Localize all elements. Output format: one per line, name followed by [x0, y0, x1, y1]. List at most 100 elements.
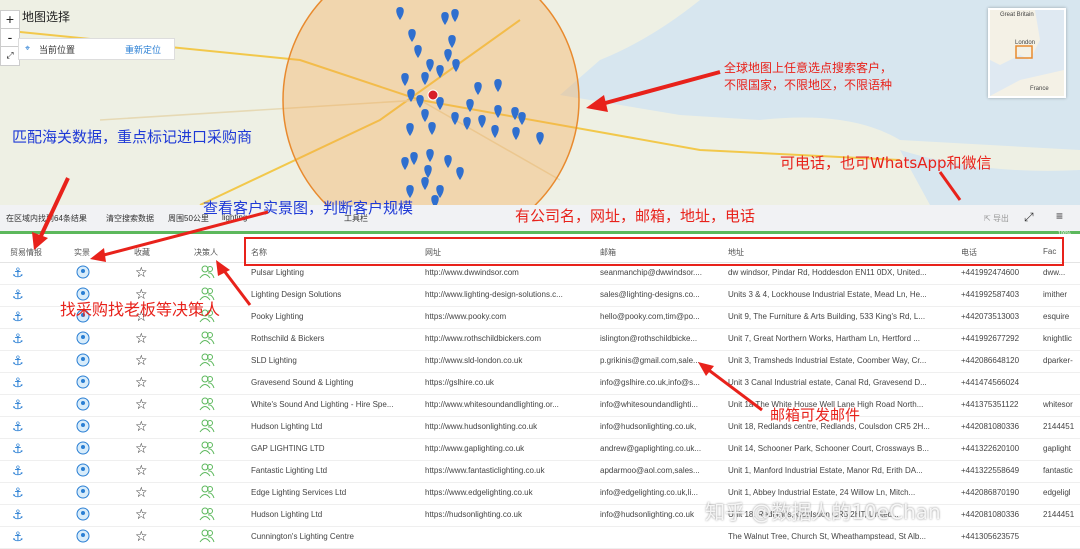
anchor-icon[interactable]: ⚓ [12, 287, 24, 303]
phone[interactable]: +441375351122 [961, 400, 1041, 409]
zoom-out-button[interactable]: - [0, 28, 20, 48]
facebook-link[interactable]: 2144451 [1043, 422, 1080, 431]
email-link[interactable]: hello@pooky.com,tim@po... [600, 312, 724, 321]
phone[interactable]: +442081080336 [961, 510, 1041, 519]
phone[interactable]: +441305623575 [961, 532, 1041, 541]
facebook-link[interactable]: dparker- [1043, 356, 1080, 365]
anchor-icon[interactable]: ⚓ [12, 441, 24, 457]
phone[interactable]: +442086648120 [961, 356, 1041, 365]
decision-maker-icon[interactable] [199, 485, 215, 501]
anchor-icon[interactable]: ⚓ [12, 463, 24, 479]
email-link[interactable]: info@gslhire.co.uk,info@s... [600, 378, 724, 387]
fullscreen-icon[interactable]: ⤢ [0, 46, 20, 66]
anchor-icon[interactable]: ⚓ [12, 485, 24, 501]
clear-search-button[interactable]: 清空搜索数据 [106, 213, 154, 224]
street-view-icon[interactable] [76, 485, 90, 501]
website-link[interactable]: http://www.dwwindsor.com [425, 268, 595, 277]
email-link[interactable]: islington@rothschildbicke... [600, 334, 724, 343]
anchor-icon[interactable]: ⚓ [12, 397, 24, 413]
facebook-link[interactable]: 2144451 [1043, 510, 1080, 519]
decision-maker-icon[interactable] [199, 507, 215, 523]
email-link[interactable]: sales@lighting-designs.co... [600, 290, 724, 299]
facebook-link[interactable]: dww... [1043, 268, 1080, 277]
street-view-icon[interactable] [76, 353, 90, 369]
map-canvas[interactable] [0, 0, 1080, 205]
website-link[interactable]: http://www.sld-london.co.uk [425, 356, 595, 365]
decision-maker-icon[interactable] [199, 419, 215, 435]
facebook-link[interactable]: fantastic [1043, 466, 1080, 475]
facebook-link[interactable]: gaplight [1043, 444, 1080, 453]
column-header[interactable]: 贸易情报 [10, 247, 42, 258]
phone[interactable]: +441474566024 [961, 378, 1041, 387]
phone[interactable]: +441322558649 [961, 466, 1041, 475]
website-link[interactable]: http://www.rothschildbickers.com [425, 334, 595, 343]
website-link[interactable]: https://gslhire.co.uk [425, 378, 595, 387]
decision-maker-icon[interactable] [199, 265, 215, 281]
email-link[interactable]: info@hudsonlighting.co.uk, [600, 422, 724, 431]
decision-maker-icon[interactable] [199, 397, 215, 413]
facebook-link[interactable]: edgeligl [1043, 488, 1080, 497]
anchor-icon[interactable]: ⚓ [12, 309, 24, 325]
column-header[interactable]: 实景 [74, 247, 90, 258]
street-view-icon[interactable] [76, 397, 90, 413]
table-row[interactable]: ⚓ ☆ White's Sound And Lighting - Hire Sp… [0, 394, 1080, 417]
decision-maker-icon[interactable] [199, 375, 215, 391]
street-view-icon[interactable] [76, 507, 90, 523]
website-link[interactable]: http://www.gaplighting.co.uk [425, 444, 595, 453]
phone[interactable]: +442086870190 [961, 488, 1041, 497]
expand-icon[interactable]: ⤢ [1024, 210, 1034, 225]
favorite-star-icon[interactable]: ☆ [135, 330, 148, 347]
website-link[interactable]: https://hudsonlighting.co.uk [425, 510, 595, 519]
anchor-icon[interactable]: ⚓ [12, 353, 24, 369]
table-row[interactable]: ⚓ ☆ Rothschild & Bickers http://www.roth… [0, 328, 1080, 351]
table-row[interactable]: ⚓ ☆ Gravesend Sound & Lighting https://g… [0, 372, 1080, 395]
map-view[interactable]: + - ⤢ 地图选择 ⌖ 当前位置 重新定位 Great Britain Lon… [0, 0, 1080, 205]
overview-minimap[interactable]: Great Britain London France [988, 8, 1066, 98]
table-row[interactable]: ⚓ ☆ Cunnington's Lighting Centre The Wal… [0, 526, 1080, 549]
table-row[interactable]: ⚓ ☆ Hudson Lighting Ltd http://www.hudso… [0, 416, 1080, 439]
column-header[interactable]: 收藏 [134, 247, 150, 258]
phone[interactable]: +441992677292 [961, 334, 1041, 343]
email-link[interactable]: seanmanchip@dwwindsor.... [600, 268, 724, 277]
website-link[interactable]: http://www.lighting-design-solutions.c..… [425, 290, 595, 299]
decision-maker-icon[interactable] [199, 441, 215, 457]
favorite-star-icon[interactable]: ☆ [135, 484, 148, 501]
phone[interactable]: +441322620100 [961, 444, 1041, 453]
decision-maker-icon[interactable] [199, 463, 215, 479]
favorite-star-icon[interactable]: ☆ [135, 462, 148, 479]
decision-maker-icon[interactable] [199, 529, 215, 545]
anchor-icon[interactable]: ⚓ [12, 375, 24, 391]
street-view-icon[interactable] [76, 265, 90, 281]
favorite-star-icon[interactable]: ☆ [135, 506, 148, 523]
favorite-star-icon[interactable]: ☆ [135, 396, 148, 413]
anchor-icon[interactable]: ⚓ [12, 529, 24, 545]
favorite-star-icon[interactable]: ☆ [135, 440, 148, 457]
column-header[interactable]: 决策人 [194, 247, 218, 258]
table-row[interactable]: ⚓ ☆ SLD Lighting http://www.sld-london.c… [0, 350, 1080, 373]
facebook-link[interactable]: esquire [1043, 312, 1080, 321]
facebook-link[interactable]: imither [1043, 290, 1080, 299]
facebook-link[interactable]: knightlic [1043, 334, 1080, 343]
decision-maker-icon[interactable] [199, 331, 215, 347]
phone[interactable]: +442073513003 [961, 312, 1041, 321]
relocate-button[interactable]: 重新定位 [125, 43, 161, 56]
website-link[interactable]: https://www.fantasticlighting.co.uk [425, 466, 595, 475]
phone[interactable]: +442081080336 [961, 422, 1041, 431]
phone[interactable]: +441992587403 [961, 290, 1041, 299]
table-row[interactable]: ⚓ ☆ GAP LIGHTING LTD http://www.gaplight… [0, 438, 1080, 461]
website-link[interactable]: https://www.edgelighting.co.uk [425, 488, 595, 497]
collapse-icon[interactable]: ≡ [1056, 209, 1063, 223]
favorite-star-icon[interactable]: ☆ [135, 374, 148, 391]
favorite-star-icon[interactable]: ☆ [135, 528, 148, 545]
email-link[interactable]: apdarmoo@aol.com,sales... [600, 466, 724, 475]
table-row[interactable]: ⚓ ☆ Fantastic Lighting Ltd https://www.f… [0, 460, 1080, 483]
street-view-icon[interactable] [76, 463, 90, 479]
anchor-icon[interactable]: ⚓ [12, 419, 24, 435]
favorite-star-icon[interactable]: ☆ [135, 352, 148, 369]
zoom-in-button[interactable]: + [0, 10, 20, 30]
email-link[interactable]: p.grikinis@gmail.com,sale... [600, 356, 724, 365]
website-link[interactable]: http://www.hudsonlighting.co.uk [425, 422, 595, 431]
anchor-icon[interactable]: ⚓ [12, 507, 24, 523]
street-view-icon[interactable] [76, 419, 90, 435]
website-link[interactable]: http://www.whitesoundandlighting.or... [425, 400, 595, 409]
